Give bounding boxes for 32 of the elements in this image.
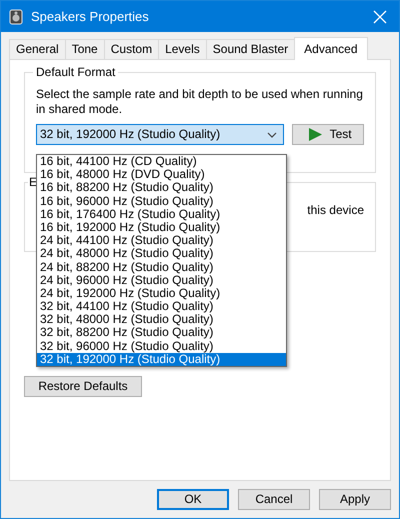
group-label: Default Format [33, 65, 118, 80]
dropdown-option[interactable]: 24 bit, 96000 Hz (Studio Quality) [37, 274, 286, 287]
dropdown-option[interactable]: 24 bit, 44100 Hz (Studio Quality) [37, 234, 286, 248]
description-text: Select the sample rate and bit depth to be used when running in shared mode. [36, 87, 364, 117]
dropdown-option[interactable]: 32 bit, 48000 Hz (Studio Quality) [37, 313, 286, 326]
dialog-button[interactable]: OK [157, 489, 229, 510]
format-dropdown[interactable]: 32 bit, 192000 Hz (Studio Quality) [36, 124, 284, 145]
speaker-icon [9, 8, 23, 24]
dropdown-option[interactable]: 32 bit, 96000 Hz (Studio Quality) [37, 340, 286, 353]
restore-defaults-button[interactable]: Restore Defaults [24, 376, 142, 397]
dropdown-option[interactable]: 16 bit, 192000 Hz (Studio Quality) [37, 220, 286, 234]
chevron-icon [266, 132, 277, 138]
play-icon [308, 128, 322, 141]
dropdown-option[interactable]: 16 bit, 44100 Hz (CD Quality) [37, 155, 286, 168]
test-button[interactable]: Test [292, 124, 364, 145]
tab[interactable]: Advanced [294, 37, 368, 60]
dropdown-option[interactable]: 16 bit, 48000 Hz (DVD Quality) [37, 168, 286, 182]
dialog-button[interactable]: Cancel [238, 489, 310, 510]
tab[interactable]: General [9, 39, 66, 59]
group-text: this device [306, 203, 364, 218]
dropdown-option[interactable]: 16 bit, 176400 Hz (Studio Quality) [37, 208, 286, 221]
dialog-button[interactable]: Apply [319, 489, 391, 510]
close-icon[interactable] [373, 10, 387, 24]
dropdown-option[interactable]: 24 bit, 88200 Hz (Studio Quality) [37, 260, 286, 274]
dropdown-option[interactable]: 32 bit, 44100 Hz (Studio Quality) [37, 300, 286, 314]
dropdown-option[interactable]: 24 bit, 48000 Hz (Studio Quality) [37, 247, 286, 260]
dropdown-option[interactable]: 24 bit, 192000 Hz (Studio Quality) [37, 286, 286, 300]
window-title: Speakers Properties [31, 8, 150, 24]
dropdown-option[interactable]: 32 bit, 192000 Hz (Studio Quality) [37, 352, 286, 366]
dropdown-option[interactable]: 16 bit, 88200 Hz (Studio Quality) [37, 181, 286, 195]
dropdown-option[interactable]: 32 bit, 88200 Hz (Studio Quality) [37, 326, 286, 340]
dropdown-option[interactable]: 16 bit, 96000 Hz (Studio Quality) [37, 194, 286, 208]
